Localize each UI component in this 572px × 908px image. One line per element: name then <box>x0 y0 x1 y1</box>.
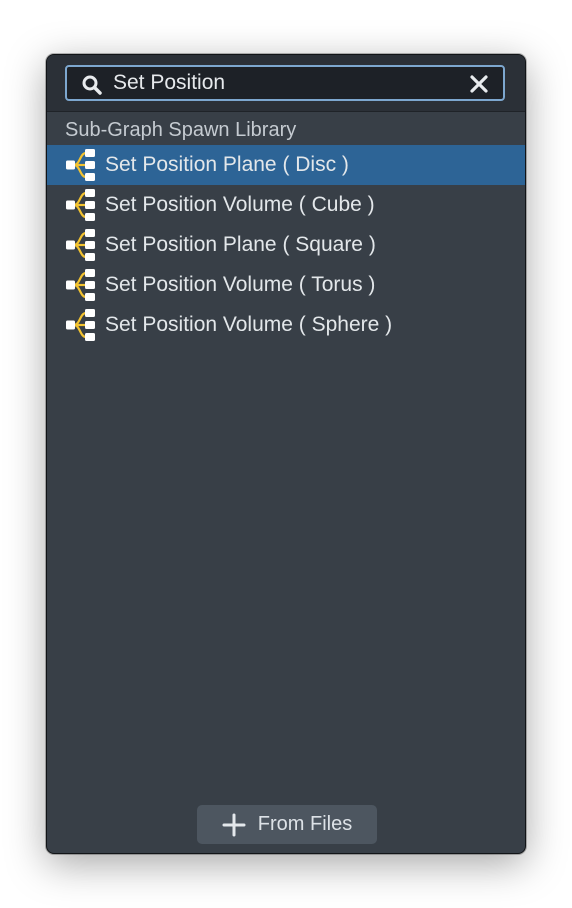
list-item-label: Set Position Volume ( Torus ) <box>105 273 376 296</box>
subgraph-icon <box>66 309 95 341</box>
subgraph-icon <box>66 189 95 221</box>
library-header: Sub-Graph Spawn Library <box>65 119 297 141</box>
from-files-button[interactable]: From Files <box>197 805 377 844</box>
list-item[interactable]: Set Position Plane ( Square ) <box>47 225 525 265</box>
search-icon <box>82 75 102 95</box>
list-item[interactable]: Set Position Volume ( Cube ) <box>47 185 525 225</box>
list-item-label: Set Position Plane ( Disc ) <box>105 153 349 176</box>
list-item[interactable]: Set Position Volume ( Torus ) <box>47 265 525 305</box>
list-item[interactable]: Set Position Plane ( Disc ) <box>47 145 525 185</box>
search-bar <box>47 55 525 112</box>
list-item[interactable]: Set Position Volume ( Sphere ) <box>47 305 525 345</box>
list-item-label: Set Position Volume ( Sphere ) <box>105 313 393 336</box>
search-box[interactable] <box>65 65 505 101</box>
subgraph-picker-panel: Sub-Graph Spawn Library Set Position Pla… <box>46 54 526 854</box>
list-item-label: Set Position Volume ( Cube ) <box>105 193 375 216</box>
subgraph-icon <box>66 149 95 181</box>
plus-icon <box>222 813 246 836</box>
from-files-label: From Files <box>257 813 353 835</box>
subgraph-icon <box>66 269 95 301</box>
close-icon[interactable] <box>469 74 489 94</box>
search-input[interactable] <box>113 69 453 97</box>
list-item-label: Set Position Plane ( Square ) <box>105 233 376 256</box>
library-list: Set Position Plane ( Disc ) Set Position… <box>47 145 525 345</box>
subgraph-icon <box>66 229 95 261</box>
